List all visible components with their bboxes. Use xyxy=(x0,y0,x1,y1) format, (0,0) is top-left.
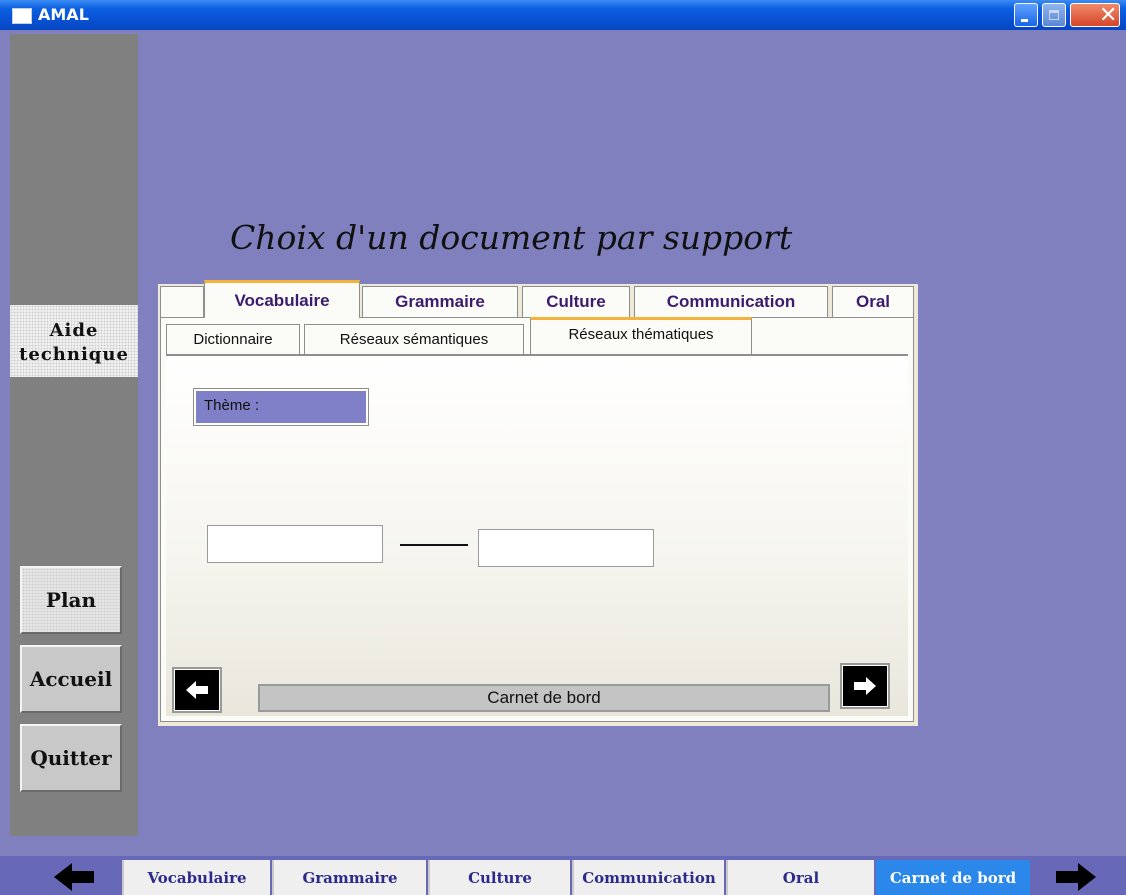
next-button[interactable] xyxy=(840,663,890,709)
maximize-button[interactable] xyxy=(1042,3,1066,27)
support-dialog: Vocabulaire Grammaire Culture Communicat… xyxy=(158,280,918,726)
theme-field[interactable]: Thème : xyxy=(193,388,369,426)
arrow-right-icon xyxy=(1056,862,1096,891)
bottom-next-button[interactable] xyxy=(1046,858,1106,895)
word-input-left[interactable] xyxy=(207,525,383,563)
title-bar: AMAL ✕ xyxy=(0,0,1126,30)
aide-technique-button[interactable]: Aide technique xyxy=(10,305,138,377)
carnet-de-bord-bar[interactable]: Carnet de bord xyxy=(258,684,830,712)
tab-grammaire[interactable]: Grammaire xyxy=(362,286,518,317)
aide-label-line2: technique xyxy=(19,344,129,365)
arrow-left-icon xyxy=(54,862,94,891)
tab-blank xyxy=(160,286,204,317)
tab-vocabulaire[interactable]: Vocabulaire xyxy=(204,280,360,318)
app-icon xyxy=(12,8,32,24)
content-area: Thème : Carnet de bord xyxy=(166,354,908,716)
minimize-button[interactable] xyxy=(1014,3,1038,27)
maximize-icon xyxy=(1049,10,1059,20)
bottom-tab-carnet-de-bord[interactable]: Carnet de bord xyxy=(876,860,1030,895)
bottom-tab-culture[interactable]: Culture xyxy=(428,860,570,895)
bottom-tab-grammaire[interactable]: Grammaire xyxy=(272,860,426,895)
tab-oral[interactable]: Oral xyxy=(832,286,914,317)
aide-label-line1: Aide xyxy=(49,320,99,341)
window-title: AMAL xyxy=(38,5,89,24)
tab-culture[interactable]: Culture xyxy=(522,286,630,317)
arrow-right-icon xyxy=(854,677,876,695)
page-title: Choix d'un document par support xyxy=(230,218,793,257)
connector-line xyxy=(400,544,468,546)
bottom-tab-oral[interactable]: Oral xyxy=(726,860,874,895)
close-button[interactable]: ✕ xyxy=(1070,3,1120,28)
subtab-reseaux-thematiques[interactable]: Réseaux thématiques xyxy=(530,317,752,354)
tab-communication[interactable]: Communication xyxy=(634,286,828,317)
accueil-button[interactable]: Accueil xyxy=(20,645,122,713)
bottom-prev-button[interactable] xyxy=(44,858,104,895)
close-icon: ✕ xyxy=(1099,3,1118,28)
plan-button[interactable]: Plan xyxy=(20,566,122,634)
minimize-icon xyxy=(1021,19,1028,22)
arrow-left-icon xyxy=(186,681,208,699)
bottom-tab-vocabulaire[interactable]: Vocabulaire xyxy=(122,860,270,895)
left-panel xyxy=(10,34,138,836)
word-input-right[interactable] xyxy=(478,529,654,567)
prev-button[interactable] xyxy=(172,667,222,713)
quitter-button[interactable]: Quitter xyxy=(20,724,122,792)
subtab-dictionnaire[interactable]: Dictionnaire xyxy=(166,324,300,354)
bottom-tab-communication[interactable]: Communication xyxy=(572,860,724,895)
subtab-reseaux-semantiques[interactable]: Réseaux sémantiques xyxy=(304,324,524,354)
